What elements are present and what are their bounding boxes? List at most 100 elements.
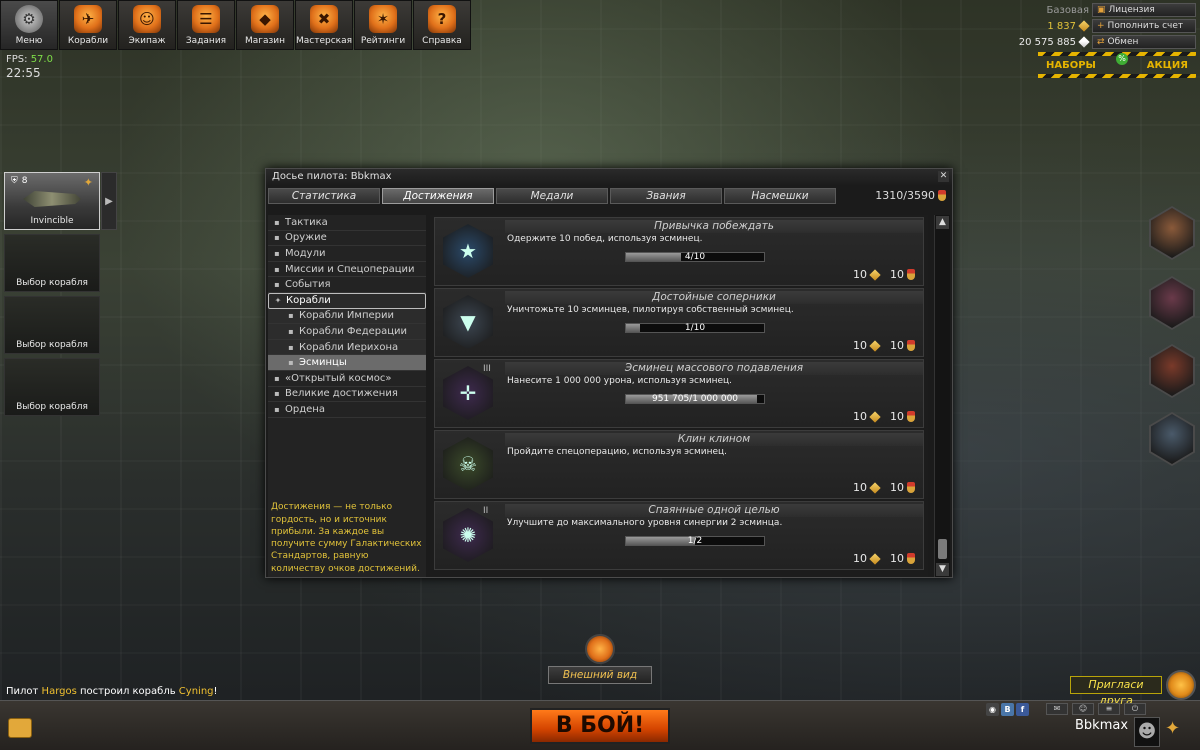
exterior-button[interactable]: Внешний вид <box>548 666 652 684</box>
category-item[interactable]: ▪ Ордена <box>268 402 426 418</box>
vk-icon[interactable]: B <box>1001 703 1014 716</box>
slot-expand-arrow[interactable]: ▶ <box>101 172 117 230</box>
chat-suffix: ! <box>213 686 218 697</box>
category-item[interactable]: ▪ Миссии и Спецоперации <box>268 262 426 278</box>
dialog-tabs: Статистика Достижения Медали Звания Насмешки <box>268 188 838 204</box>
category-item[interactable]: ▪ Корабли Федерации <box>268 324 426 340</box>
achievement-card[interactable]: ✺ II Спаянные одной целью Улучшите до макси… <box>434 501 924 570</box>
nav-shop[interactable]: ◆ Магазин <box>236 0 294 50</box>
ship-slot-empty[interactable]: Выбор корабля <box>4 296 100 354</box>
invite-friend-button[interactable]: Пригласи друга <box>1070 676 1162 707</box>
pilot-avatar-3[interactable] <box>1149 344 1195 398</box>
achievement-rewards: 10 10 <box>853 552 915 565</box>
scroll-thumb[interactable] <box>938 539 947 559</box>
pilot-avatar-4[interactable] <box>1149 412 1195 466</box>
nav-ratings[interactable]: ✶ Рейтинги <box>354 0 412 50</box>
reward-points: 10 <box>890 268 904 281</box>
category-label: Модули <box>285 247 326 259</box>
power-icon[interactable]: ⏻ <box>1124 703 1146 715</box>
category-item[interactable]: ▪ Оружие <box>268 231 426 247</box>
achievement-card[interactable]: ★ Привычка побеждать Одержите 10 побед, ис… <box>434 217 924 286</box>
chat-middle: построил корабль <box>80 686 176 697</box>
tab-1[interactable]: Достижения <box>382 188 494 204</box>
tab-2[interactable]: Медали <box>496 188 608 204</box>
category-item[interactable]: ▪ Великие достижения <box>268 387 426 403</box>
nav-tasks[interactable]: ☰ Задания <box>177 0 235 50</box>
clan-icon[interactable]: ≡ <box>1098 703 1120 715</box>
crosshair-badge-icon: ✛ <box>443 366 493 420</box>
nav-label: Мастерская <box>295 36 353 46</box>
category-item[interactable]: ▪ «Открытый космос» <box>268 371 426 387</box>
achievement-card[interactable]: ☠ Клин клином Пройдите спецоперацию, испол… <box>434 430 924 499</box>
nav-crew[interactable]: ☺ Экипаж <box>118 0 176 50</box>
scroll-up-icon[interactable]: ▲ <box>936 216 949 229</box>
achievement-card[interactable]: ✛ III Эсминец массового подавления Нанесите… <box>434 359 924 428</box>
exchange-button[interactable]: ⇄ Обмен <box>1092 35 1196 49</box>
progress-text: 4/10 <box>684 252 706 262</box>
category-label: Корабли <box>286 295 331 307</box>
scrollbar[interactable]: ▲ ▼ <box>934 215 950 577</box>
hazard-stripe-bottom <box>1038 74 1196 78</box>
orders-icon: ▪ <box>274 404 280 414</box>
sets-link[interactable]: НАБОРЫ <box>1038 60 1104 71</box>
category-label: Ордена <box>285 403 325 415</box>
promo-link[interactable]: АКЦИЯ <box>1139 60 1196 71</box>
license-button[interactable]: ▣ Лицензия <box>1092 3 1196 17</box>
category-item[interactable]: ▪ События <box>268 277 426 293</box>
exterior-icon[interactable] <box>585 634 615 664</box>
pilot-avatar-2[interactable] <box>1149 276 1195 330</box>
fps-value: 57.0 <box>30 54 53 65</box>
category-item[interactable]: ▪ Тактика <box>268 215 426 231</box>
nav-gear[interactable]: ⚙ Меню <box>0 0 58 50</box>
star-badge-icon: ★ <box>443 224 493 278</box>
nav-help[interactable]: ? Справка <box>413 0 471 50</box>
pilot-avatar-1[interactable] <box>1149 206 1195 260</box>
medal-icon <box>907 411 915 422</box>
mail-icon[interactable]: ✉ <box>1046 703 1068 715</box>
progress-bar: 1/10 <box>625 323 765 333</box>
ship-slot-empty[interactable]: Выбор корабля <box>4 358 100 416</box>
category-item[interactable]: ▪ Корабли Иерихона <box>268 339 426 356</box>
fps-counter: FPS: 57.0 <box>6 54 53 65</box>
tab-4[interactable]: Насмешки <box>724 188 836 204</box>
tab-3[interactable]: Звания <box>610 188 722 204</box>
nav-label: Корабли <box>67 36 109 46</box>
achievement-desc: Пройдите спецоперацию, используя эсминец… <box>507 447 728 457</box>
achievement-badge: ★ <box>439 222 497 280</box>
credits-icon <box>869 552 881 565</box>
discount-badge: % <box>1116 53 1128 65</box>
achievement-rewards: 10 10 <box>853 410 915 423</box>
nav-ships[interactable]: ✈ Корабли <box>59 0 117 50</box>
nav-label: Справка <box>422 36 462 46</box>
scroll-down-icon[interactable]: ▼ <box>936 563 949 576</box>
topup-button[interactable]: + Пополнить счет <box>1092 19 1196 33</box>
category-item[interactable]: ✦ Корабли <box>268 292 426 309</box>
category-item[interactable]: ▪ Эсминцы <box>268 355 426 371</box>
facebook-icon[interactable]: f <box>1016 703 1029 716</box>
ship-rank: ⛨ 8 <box>11 176 28 186</box>
crew-icon: ☺ <box>133 5 161 33</box>
category-label: События <box>285 279 331 291</box>
fight-button[interactable]: В БОЙ! <box>530 708 670 744</box>
camera-icon[interactable]: ◉ <box>986 703 999 716</box>
category-item[interactable]: ▪ Корабли Империи <box>268 308 426 325</box>
category-item[interactable]: ▪ Модули <box>268 246 426 262</box>
progress-text: 1/10 <box>684 323 706 333</box>
nav-workshop[interactable]: ✖ Мастерская <box>295 0 353 50</box>
chat-ship[interactable]: Cyning <box>179 686 214 697</box>
ship-slot-active[interactable]: ⛨ 8 ✦ Invincible <box>4 172 100 230</box>
friends-icon[interactable]: ☺ <box>1072 703 1094 715</box>
chat-player[interactable]: Hargos <box>42 686 77 697</box>
achievement-card[interactable]: ▼ Достойные соперники Уничтожьте 10 эсминц… <box>434 288 924 357</box>
close-icon[interactable]: ✕ <box>938 171 949 182</box>
weapon-icon: ▪ <box>274 233 280 243</box>
user-avatar[interactable]: ☻ <box>1134 717 1160 747</box>
chat-icon[interactable] <box>8 718 32 738</box>
tab-0[interactable]: Статистика <box>268 188 380 204</box>
reward-points: 10 <box>890 552 904 565</box>
missions-icon: ▪ <box>274 264 280 274</box>
ship-slot-empty[interactable]: Выбор корабля <box>4 234 100 292</box>
medal-icon <box>907 553 915 564</box>
plus-icon: + <box>1097 21 1105 31</box>
invite-icon[interactable] <box>1166 670 1196 700</box>
